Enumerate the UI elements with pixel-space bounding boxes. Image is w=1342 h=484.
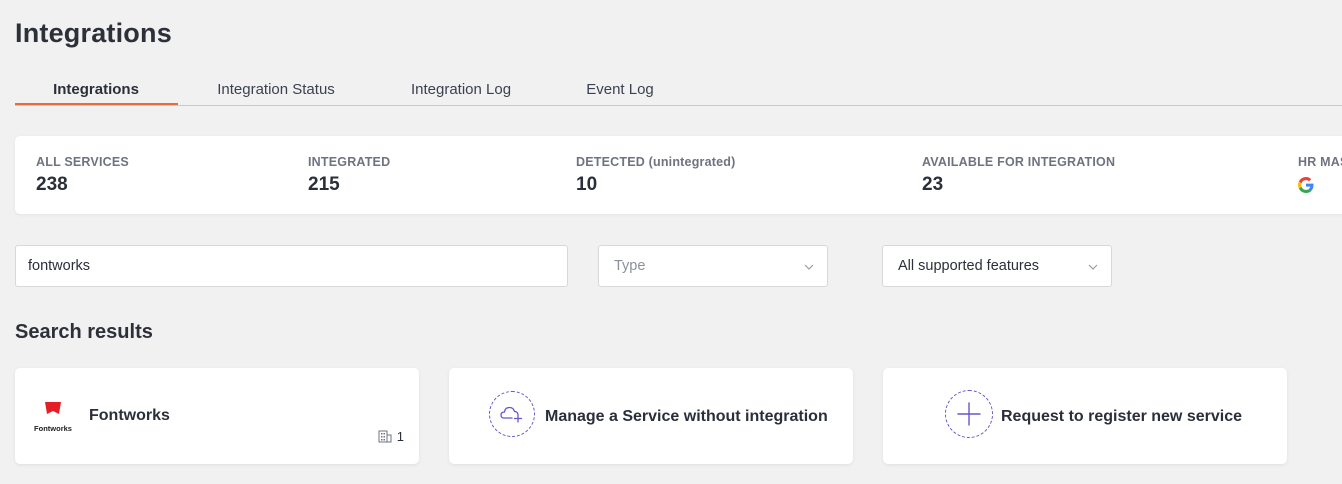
stat-label: ALL SERVICES [36,155,129,169]
stat-label: INTEGRATED [308,155,391,169]
stat-value: 10 [576,174,598,195]
type-select-placeholder: Type [614,258,646,274]
plus-icon [945,390,993,438]
tab-bar: Integrations Integration Status Integrat… [15,78,1342,106]
chevron-down-icon [804,264,814,270]
stat-hr-master[interactable]: HR MAS [1298,155,1342,193]
tab-integrations[interactable]: Integrations [53,81,139,98]
features-select[interactable]: All supported features [882,245,1112,287]
fontworks-logo-mark [45,402,61,414]
page-title: Integrations [15,18,172,48]
request-service-card[interactable]: Request to register new service [883,368,1287,464]
search-input[interactable] [16,246,567,286]
features-select-value: All supported features [898,258,1040,274]
active-tab-indicator [15,103,178,105]
service-card-fontworks[interactable]: Fontworks Fontworks 1 [15,368,419,464]
stat-integrated[interactable]: INTEGRATED 215 [308,155,390,196]
stat-available[interactable]: AVAILABLE FOR INTEGRATION 23 [922,155,1115,196]
tab-integration-log[interactable]: Integration Log [411,81,511,98]
cloud-plus-icon [489,391,535,437]
search-field [15,245,568,287]
stat-label: AVAILABLE FOR INTEGRATION [922,155,1116,169]
service-name: Fontworks [89,407,170,424]
manage-service-label: Manage a Service without integration [545,408,828,425]
request-service-label: Request to register new service [1001,408,1242,425]
search-results-title: Search results [15,321,153,343]
stat-label: HR MAS [1298,155,1342,169]
tenant-count-value: 1 [396,429,404,444]
google-icon [1298,177,1314,193]
fontworks-logo: Fontworks [33,400,73,433]
fontworks-logo-text: Fontworks [34,424,72,433]
stats-summary-card: ALL SERVICES 238 INTEGRATED 215 DETECTED… [15,136,1342,214]
tenant-count: 1 [378,429,404,444]
tab-event-log[interactable]: Event Log [586,81,654,98]
stat-detected[interactable]: DETECTED (unintegrated) 10 [576,155,735,196]
stat-value: 238 [36,174,68,195]
stat-value: 23 [922,174,944,195]
manage-service-card[interactable]: Manage a Service without integration [449,368,853,464]
building-icon [378,430,392,443]
chevron-down-icon [1088,264,1098,270]
tab-integration-status[interactable]: Integration Status [217,81,335,98]
stat-value: 215 [308,174,340,195]
type-select[interactable]: Type [598,245,828,287]
stat-all-services[interactable]: ALL SERVICES 238 [36,155,129,196]
stat-label: DETECTED (unintegrated) [576,155,736,169]
